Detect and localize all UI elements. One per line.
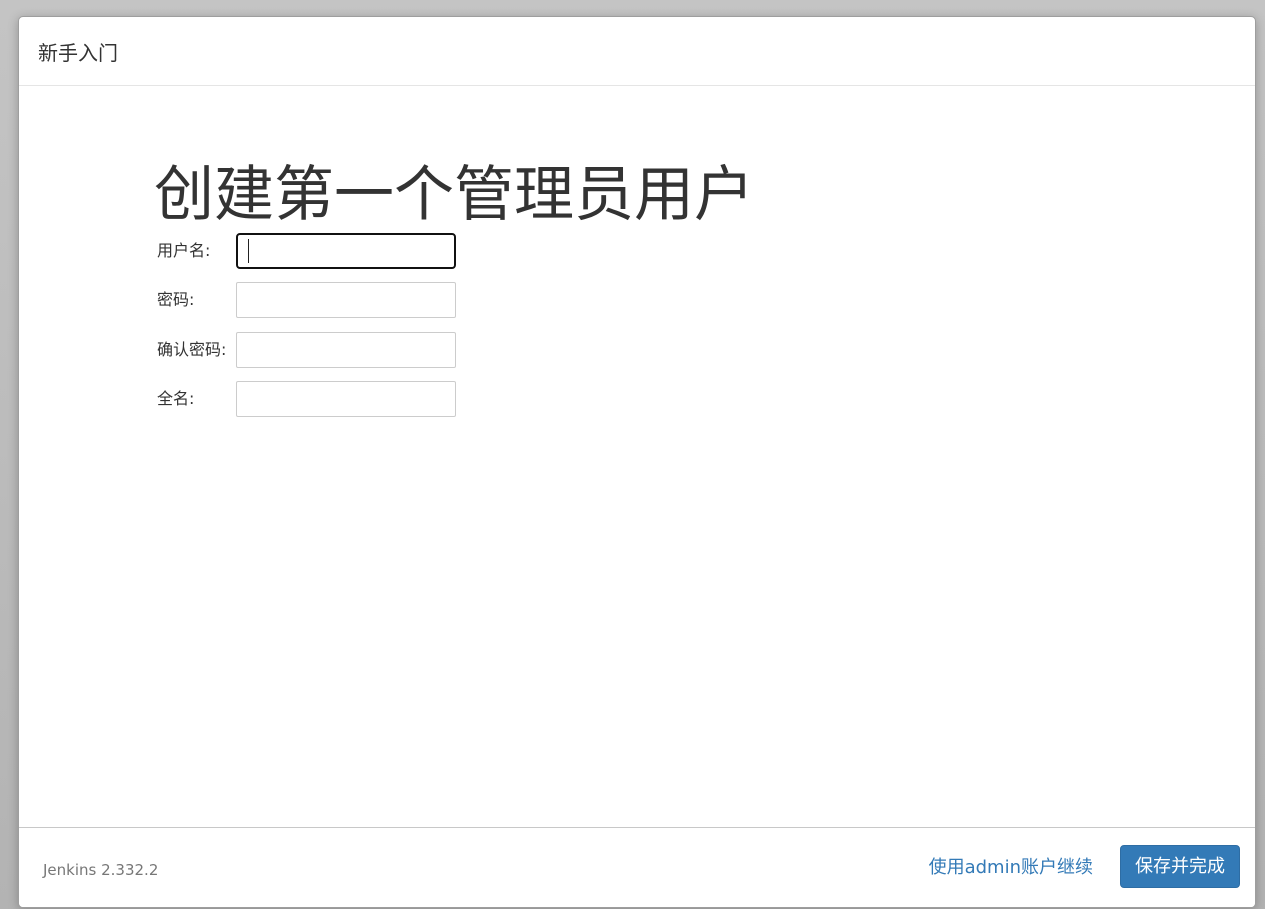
fullname-label: 全名: xyxy=(157,389,195,408)
fullname-input[interactable] xyxy=(236,381,456,417)
jenkins-version: Jenkins 2.332.2 xyxy=(43,861,159,879)
username-input[interactable] xyxy=(236,233,456,269)
dialog-footer: Jenkins 2.332.2 使用admin账户继续 保存并完成 xyxy=(19,827,1255,907)
confirm-password-label: 确认密码: xyxy=(157,340,227,359)
setup-wizard-dialog: 新手入门 创建第一个管理员用户 用户名: 密码: 确认密码: 全名: Jenki… xyxy=(18,16,1256,908)
confirm-password-input[interactable] xyxy=(236,332,456,368)
password-input[interactable] xyxy=(236,282,456,318)
dialog-title: 新手入门 xyxy=(38,41,118,65)
username-row: 用户名: xyxy=(157,233,477,269)
confirm-password-row: 确认密码: xyxy=(157,332,477,368)
dialog-header: 新手入门 xyxy=(19,17,1255,86)
dialog-body: 创建第一个管理员用户 用户名: 密码: 确认密码: 全名: xyxy=(19,87,1255,829)
fullname-row: 全名: xyxy=(157,381,477,417)
page-title: 创建第一个管理员用户 xyxy=(154,160,754,230)
save-and-finish-button[interactable]: 保存并完成 xyxy=(1120,845,1240,888)
continue-as-admin-link[interactable]: 使用admin账户继续 xyxy=(929,854,1093,882)
password-label: 密码: xyxy=(157,290,195,309)
password-row: 密码: xyxy=(157,282,477,318)
text-caret xyxy=(248,239,249,263)
username-label: 用户名: xyxy=(157,241,211,260)
